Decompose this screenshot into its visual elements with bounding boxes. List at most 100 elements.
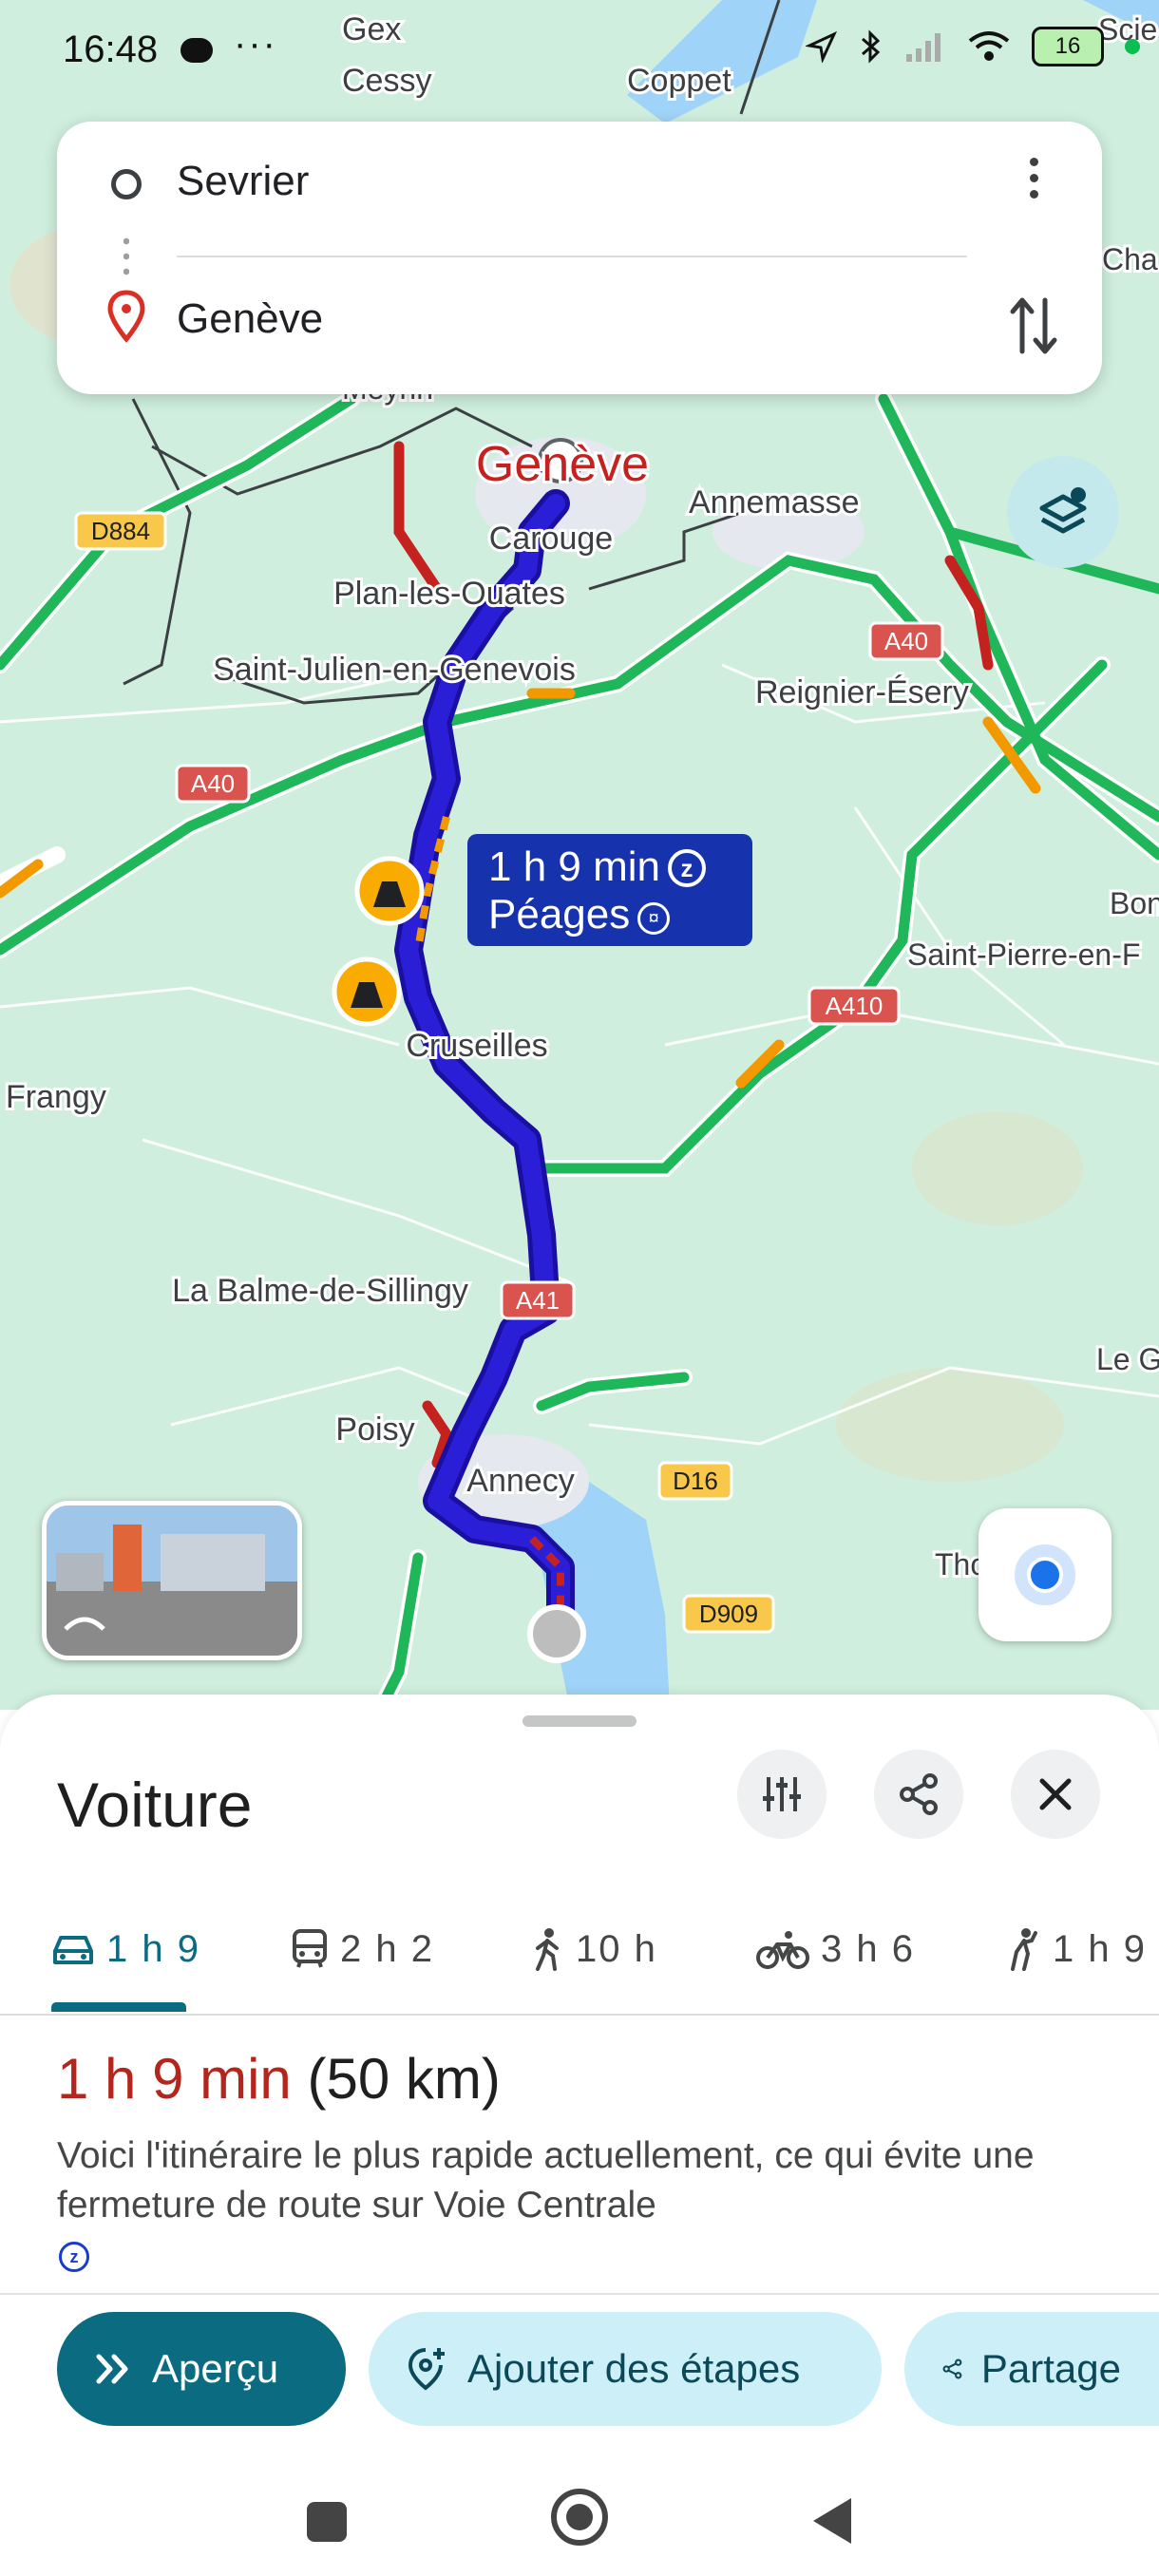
toll-icon: ¤ — [637, 902, 671, 935]
place-label[interactable]: Bon — [1107, 883, 1159, 923]
construction-icon[interactable] — [332, 957, 402, 1027]
home-button[interactable] — [551, 2489, 608, 2546]
my-location-button[interactable] — [978, 1508, 1112, 1641]
construction-icon[interactable] — [354, 856, 425, 926]
place-label[interactable]: Poisy — [332, 1409, 417, 1450]
place-label[interactable]: Cha — [1099, 239, 1159, 279]
place-label[interactable]: Saint-Julien-en-Genevois — [210, 649, 579, 691]
directions-card: Sevrier Genève — [57, 122, 1102, 394]
origin-field[interactable]: Sevrier — [177, 158, 309, 205]
bluetooth-icon — [862, 29, 881, 64]
share-button[interactable]: Partage — [904, 2312, 1159, 2426]
tab-ride-label: 1 h 9 — [1053, 1927, 1147, 1970]
back-button[interactable] — [813, 2498, 851, 2544]
origin-circle-icon — [111, 169, 142, 199]
low-emission-zone-icon: z — [667, 849, 706, 887]
trip-duration: 1 h 9 min — [57, 2047, 292, 2111]
bike-icon — [756, 1931, 809, 1969]
transit-icon — [293, 1929, 327, 1968]
signal-icon — [906, 33, 940, 62]
road-shield: D16 — [657, 1461, 733, 1501]
road-shield-label: D16 — [673, 1467, 718, 1495]
route-description: Voici l'itinéraire le plus rapide actuel… — [57, 2135, 1035, 2226]
recents-button[interactable] — [307, 2502, 347, 2542]
place-label[interactable]: Carouge — [486, 518, 616, 559]
battery-indicator: 16 — [1032, 27, 1104, 66]
car-icon — [53, 1936, 93, 1964]
place-label[interactable]: Le G — [1093, 1339, 1159, 1379]
close-button[interactable] — [1011, 1750, 1100, 1839]
add-stops-label: Ajouter des étapes — [467, 2346, 801, 2391]
route-tolls: Péages — [488, 891, 631, 938]
road-shield-label: D884 — [91, 517, 150, 545]
place-label[interactable]: Plan-les-Ouates — [331, 573, 568, 615]
place-label[interactable]: Annemasse — [686, 482, 863, 523]
more-options-icon[interactable] — [1015, 150, 1053, 207]
trip-distance: (50 km) — [307, 2047, 501, 2111]
walk-icon — [536, 1928, 559, 1971]
double-chevron-icon — [96, 2354, 128, 2384]
place-label[interactable]: Genève — [473, 434, 652, 495]
tune-icon — [763, 1777, 801, 1811]
tab-walk[interactable]: 10 h — [532, 1885, 657, 2014]
road-shield: A40 — [175, 764, 251, 804]
travel-mode-title: Voiture — [57, 1770, 253, 1840]
tab-transit[interactable]: 2 h 2 — [291, 1885, 434, 2014]
active-tab-indicator — [51, 2002, 186, 2012]
place-label[interactable]: Saint-Pierre-en-F — [904, 935, 1143, 975]
route-options-button[interactable] — [737, 1750, 826, 1839]
tab-walk-label: 10 h — [576, 1927, 657, 1970]
place-label[interactable]: Annecy — [464, 1460, 577, 1502]
origin-row[interactable]: Sevrier — [57, 122, 1102, 236]
tab-ride[interactable]: 1 h 9 — [1003, 1885, 1147, 2014]
road-shield-label: D909 — [699, 1600, 758, 1628]
status-time: 16:48 — [63, 28, 159, 70]
sheet-drag-handle[interactable] — [522, 1715, 636, 1727]
message-notification-icon — [180, 38, 213, 63]
road-shield-label: A410 — [826, 992, 884, 1020]
add-stops-button[interactable]: Ajouter des étapes — [369, 2312, 882, 2426]
destination-pin-icon — [107, 290, 145, 343]
destination-field[interactable]: Genève — [177, 295, 323, 343]
road-shield-label: A40 — [884, 627, 928, 655]
road-shield-label: A40 — [191, 769, 235, 798]
ride-icon — [1011, 1928, 1037, 1971]
tab-bike-label: 3 h 6 — [821, 1927, 915, 1970]
place-label[interactable]: Cruseilles — [403, 1025, 550, 1067]
place-label[interactable]: La Balme-de-Sillingy — [169, 1270, 471, 1312]
section-divider — [0, 2293, 1159, 2295]
road-shield: A40 — [868, 621, 944, 661]
more-notifications-icon: ··· — [234, 23, 277, 65]
tab-car[interactable]: 1 h 9 — [51, 1885, 200, 2014]
share-route-button[interactable] — [874, 1750, 963, 1839]
system-nav-bar — [0, 2473, 1159, 2576]
swap-icon[interactable] — [1007, 293, 1060, 359]
tab-bike[interactable]: 3 h 6 — [756, 1885, 915, 2014]
layers-button[interactable] — [1007, 456, 1119, 568]
road-shield: A41 — [500, 1280, 576, 1320]
low-emission-zone-icon: z — [59, 2242, 89, 2272]
destination-row[interactable]: Genève — [57, 259, 1102, 373]
my-location-icon — [1015, 1544, 1075, 1605]
share-icon — [942, 2358, 962, 2379]
wifi-icon — [968, 31, 1010, 61]
close-icon — [1039, 1778, 1072, 1810]
street-view-thumbnail[interactable] — [42, 1501, 302, 1660]
share-label: Partage — [980, 2346, 1121, 2391]
layers-icon — [1039, 487, 1087, 534]
travel-mode-tabs: 1 h 9 2 h 2 10 h 3 h 6 1 h 9 — [0, 1885, 1159, 2016]
route-duration-label[interactable]: 1 h 9 min z Péages ¤ — [467, 834, 752, 946]
road-shield: D909 — [682, 1594, 775, 1634]
road-shield: D884 — [74, 511, 167, 551]
place-label[interactable]: Reignier-Ésery — [752, 672, 972, 713]
road-shield: A410 — [808, 986, 901, 1026]
location-arrow-icon — [806, 30, 838, 63]
route-summary: 1 h 9 min (50 km) — [57, 2046, 501, 2112]
tab-transit-label: 2 h 2 — [340, 1927, 434, 1970]
field-divider — [177, 256, 967, 257]
tab-car-label: 1 h 9 — [106, 1927, 200, 1970]
overview-button[interactable]: Aperçu — [57, 2312, 346, 2426]
charging-dot-icon — [1125, 39, 1140, 54]
place-label[interactable]: Frangy — [3, 1076, 109, 1118]
directions-sheet: Voiture 1 h 9 2 h 2 10 h 3 h 6 1 h 9 1 h… — [0, 1695, 1159, 2576]
